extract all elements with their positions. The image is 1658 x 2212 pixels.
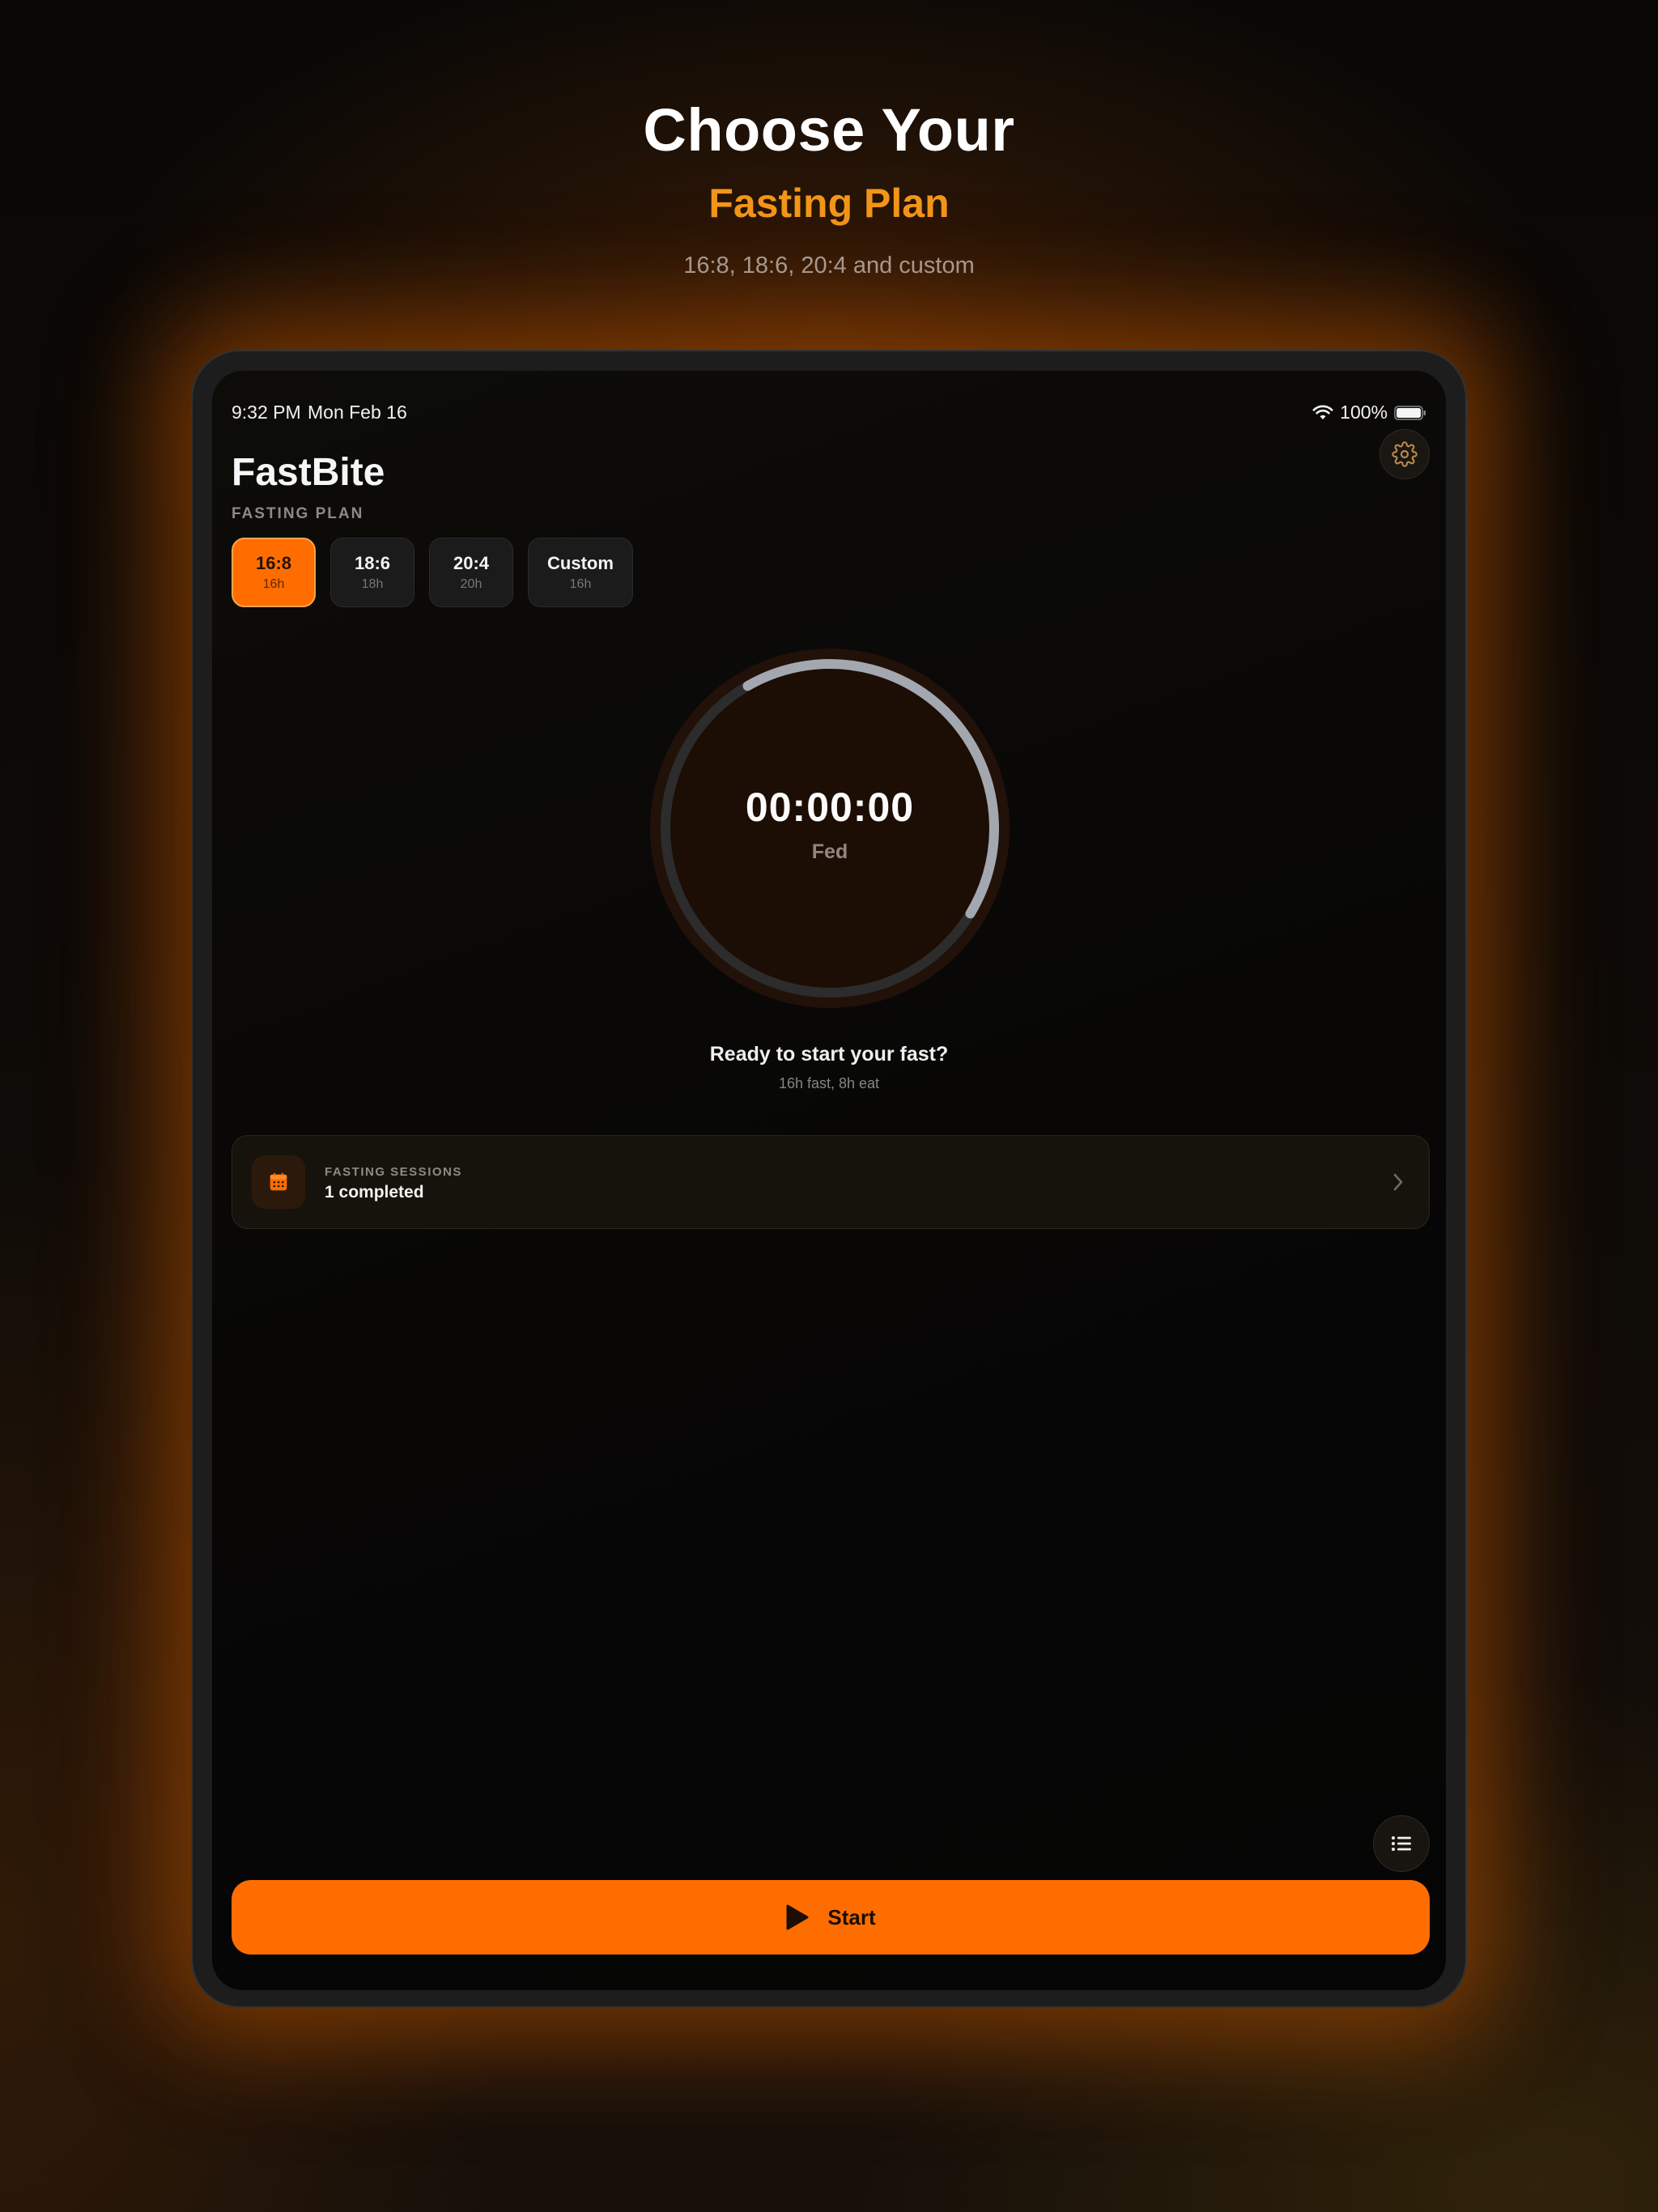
- start-label: Start: [827, 1904, 876, 1929]
- plan-name: Custom: [547, 553, 614, 573]
- plan-hours: 18h: [361, 577, 384, 591]
- plan-hours: 16h: [569, 577, 592, 591]
- plan-name: 18:6: [354, 553, 391, 573]
- fasting-plan-label: FASTING PLAN: [232, 505, 364, 522]
- plan-name: 20:4: [453, 553, 490, 573]
- plan-custom[interactable]: Custom 16h: [528, 538, 633, 607]
- plan-18-6[interactable]: 18:6 18h: [330, 538, 414, 607]
- hero-subtitle: Fasting Plan: [708, 181, 950, 226]
- battery-percent: 100%: [1340, 402, 1388, 423]
- chevron-right-icon: [1393, 1173, 1403, 1191]
- fasting-sessions-card[interactable]: FASTING SESSIONS 1 completed: [232, 1135, 1430, 1229]
- ipad-frame: 9:32 PM Mon Feb 16 100% FastBite FASTING…: [191, 350, 1467, 2008]
- status-indicators: 100%: [1312, 402, 1426, 423]
- status-time: 9:32 PM: [232, 402, 301, 423]
- battery-icon: [1394, 405, 1426, 420]
- plan-hours: 20h: [460, 577, 483, 591]
- wifi-icon: [1312, 405, 1333, 419]
- sessions-count: 1 completed: [325, 1183, 424, 1202]
- hero-tagline: 16:8, 18:6, 20:4 and custom: [683, 253, 975, 279]
- timer-value: 00:00:00: [745, 785, 915, 830]
- play-icon: [786, 1904, 809, 1930]
- timer-state: Fed: [811, 840, 848, 863]
- calendar-badge: [252, 1155, 305, 1209]
- gear-icon: [1392, 441, 1418, 467]
- settings-button[interactable]: [1380, 429, 1430, 479]
- status-bar: 9:32 PM Mon Feb 16 100%: [232, 402, 1426, 429]
- list-icon: [1392, 1836, 1411, 1851]
- app-screen: 9:32 PM Mon Feb 16 100% FastBite FASTING…: [212, 371, 1446, 1990]
- fasting-timer-ring: 00:00:00 Fed: [648, 646, 1012, 1010]
- plan-summary: 16h fast, 8h eat: [778, 1075, 880, 1091]
- calendar-icon: [270, 1172, 287, 1191]
- app-title: FastBite: [232, 451, 385, 494]
- plan-hours: 16h: [262, 577, 285, 591]
- sessions-label: FASTING SESSIONS: [325, 1165, 462, 1179]
- hero-title: Choose Your: [643, 96, 1015, 164]
- status-date: Mon Feb 16: [308, 402, 407, 423]
- plan-name: 16:8: [255, 553, 292, 573]
- start-button[interactable]: Start: [232, 1880, 1430, 1955]
- plan-selector: 16:8 16h 18:6 18h 20:4 20h Custom 16h: [232, 538, 633, 607]
- ready-prompt: Ready to start your fast?: [709, 1043, 949, 1066]
- plan-16-8[interactable]: 16:8 16h: [232, 538, 316, 607]
- history-list-button[interactable]: [1373, 1815, 1430, 1872]
- page: Choose Your Fasting Plan 16:8, 18:6, 20:…: [0, 0, 1658, 2212]
- plan-20-4[interactable]: 20:4 20h: [429, 538, 513, 607]
